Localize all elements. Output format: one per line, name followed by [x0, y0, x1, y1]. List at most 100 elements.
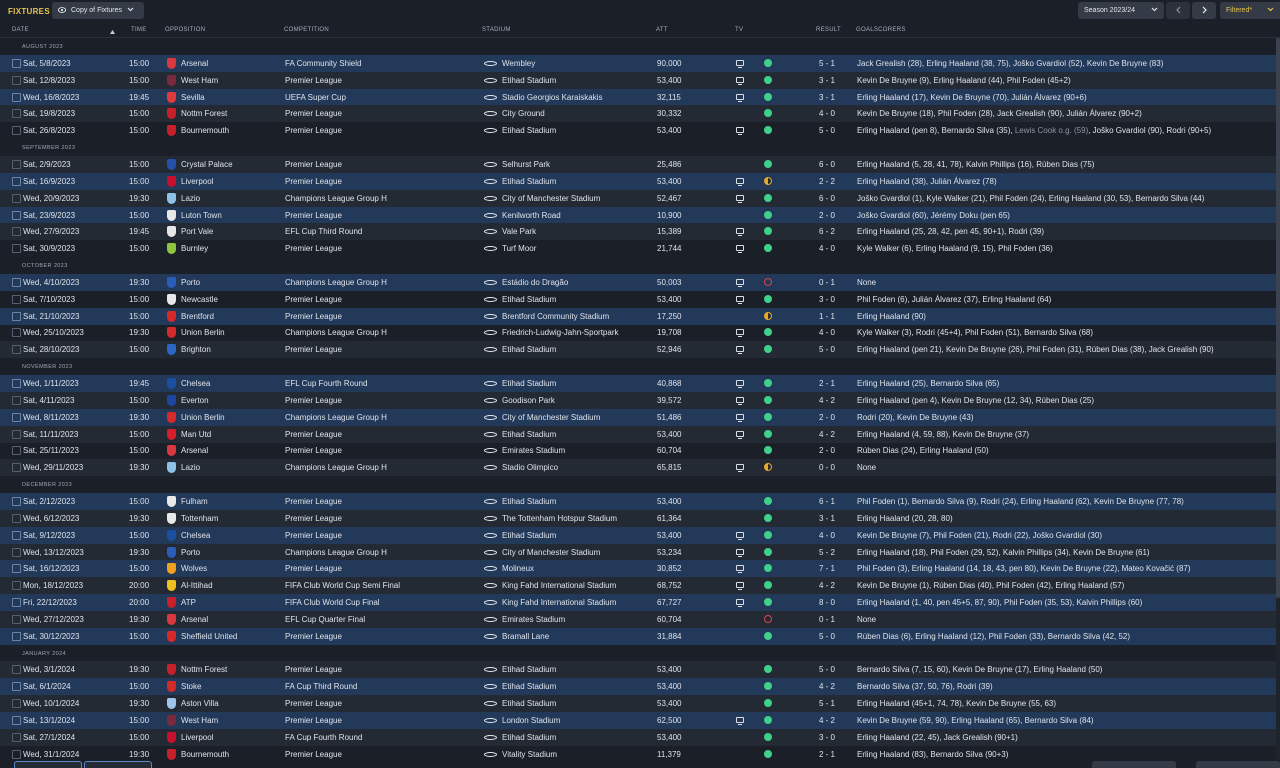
opposition-link[interactable]: Porto — [181, 548, 200, 557]
stadium-link[interactable]: Etihad Stadium — [502, 76, 556, 85]
match-result[interactable]: 4 - 2 — [808, 581, 846, 590]
table-row[interactable]: Sat, 6/1/2024 15:00 Stoke FA Cup Third Roun… — [0, 678, 1276, 696]
stadium-link[interactable]: Vitality Stadium — [502, 750, 557, 759]
opposition-link[interactable]: Tottenham — [181, 514, 218, 523]
opposition-link[interactable]: Bournemouth — [181, 126, 229, 135]
column-header-tv[interactable]: TV — [735, 27, 743, 33]
opposition-link[interactable]: Lazio — [181, 463, 200, 472]
stadium-link[interactable]: Vale Park — [502, 227, 536, 236]
table-row[interactable]: Wed, 31/1/2024 19:30 Bournemouth Premier Le… — [0, 746, 1276, 760]
stadium-link[interactable]: Etihad Stadium — [502, 665, 556, 674]
competition-link[interactable]: Premier League — [285, 295, 342, 304]
row-select-checkbox[interactable] — [12, 311, 21, 321]
stadium-link[interactable]: Emirates Stadium — [502, 446, 565, 455]
table-row[interactable]: Sat, 2/9/2023 15:00 Crystal Palace Premier … — [0, 155, 1276, 173]
row-select-checkbox[interactable] — [12, 159, 21, 169]
table-row[interactable]: Wed, 3/1/2024 19:30 Nottm Forest Premier Le… — [0, 661, 1276, 679]
opposition-link[interactable]: Sheffield United — [181, 632, 237, 641]
row-select-checkbox[interactable] — [12, 496, 21, 506]
opposition-link[interactable]: Sevilla — [181, 93, 205, 102]
match-result[interactable]: 5 - 1 — [808, 699, 846, 708]
stadium-link[interactable]: City of Manchester Stadium — [502, 194, 600, 203]
stadium-link[interactable]: Estádio do Dragão — [502, 278, 568, 287]
table-row[interactable]: Sat, 13/1/2024 15:00 West Ham Premier Leagu… — [0, 712, 1276, 729]
match-result[interactable]: 4 - 2 — [808, 430, 846, 439]
opposition-link[interactable]: Stoke — [181, 682, 201, 691]
match-result[interactable]: 4 - 0 — [808, 328, 846, 337]
row-select-checkbox[interactable] — [12, 429, 21, 439]
stadium-link[interactable]: Goodison Park — [502, 396, 555, 405]
match-result[interactable]: 3 - 0 — [808, 295, 846, 304]
opposition-link[interactable]: Newcastle — [181, 295, 218, 304]
match-result[interactable]: 0 - 1 — [808, 278, 846, 287]
row-select-checkbox[interactable] — [12, 665, 21, 675]
match-result[interactable]: 4 - 0 — [808, 244, 846, 253]
competition-link[interactable]: Champions League Group H — [285, 548, 387, 557]
column-header-attendance[interactable]: ATT — [656, 27, 668, 33]
competition-link[interactable]: Champions League Group H — [285, 463, 387, 472]
opposition-link[interactable]: Burnley — [181, 244, 208, 253]
vertical-scrollbar[interactable] — [1276, 38, 1280, 760]
stadium-link[interactable]: Friedrich-Ludwig-Jahn-Sportpark — [502, 328, 619, 337]
row-select-checkbox[interactable] — [12, 379, 21, 388]
stadium-link[interactable]: Etihad Stadium — [502, 733, 556, 742]
row-select-checkbox[interactable] — [12, 294, 21, 304]
next-season-button[interactable] — [1192, 2, 1216, 19]
table-row[interactable]: Sat, 30/12/2023 15:00 Sheffield United Prem… — [0, 627, 1276, 645]
view-selector-button[interactable]: Copy of Fixtures — [52, 2, 144, 19]
stadium-link[interactable]: Etihad Stadium — [502, 531, 556, 540]
opposition-link[interactable]: Luton Town — [181, 211, 222, 220]
opposition-link[interactable]: Al-Ittihad — [181, 581, 213, 590]
competition-link[interactable]: EFL Cup Fourth Round — [285, 379, 367, 388]
opposition-link[interactable]: Nottm Forest — [181, 665, 227, 674]
competition-link[interactable]: Premier League — [285, 514, 342, 523]
row-select-checkbox[interactable] — [12, 513, 21, 523]
match-result[interactable]: 2 - 0 — [808, 413, 846, 422]
stadium-link[interactable]: City of Manchester Stadium — [502, 548, 600, 557]
row-select-checkbox[interactable] — [12, 446, 21, 456]
stadium-link[interactable]: Etihad Stadium — [502, 430, 556, 439]
competition-link[interactable]: FA Community Shield — [285, 59, 361, 68]
opposition-link[interactable]: Bournemouth — [181, 750, 229, 759]
row-select-checkbox[interactable] — [12, 58, 21, 68]
stadium-link[interactable]: The Tottenham Hotspur Stadium — [502, 514, 617, 523]
match-result[interactable]: 8 - 0 — [808, 598, 846, 607]
match-result[interactable]: 2 - 1 — [808, 379, 846, 388]
match-result[interactable]: 6 - 0 — [808, 194, 846, 203]
table-row[interactable]: Sat, 25/11/2023 15:00 Arsenal Premier Leagu… — [0, 442, 1276, 459]
match-result[interactable]: 5 - 0 — [808, 632, 846, 641]
opposition-link[interactable]: West Ham — [181, 76, 218, 85]
opposition-link[interactable]: Liverpool — [181, 733, 213, 742]
opposition-link[interactable]: Wolves — [181, 564, 207, 573]
bottom-left-button-2[interactable] — [84, 761, 152, 768]
competition-link[interactable]: Champions League Group H — [285, 328, 387, 337]
row-select-checkbox[interactable] — [12, 631, 21, 641]
opposition-link[interactable]: Arsenal — [181, 59, 208, 68]
match-result[interactable]: 2 - 0 — [808, 211, 846, 220]
row-select-checkbox[interactable] — [12, 412, 21, 422]
row-select-checkbox[interactable] — [12, 75, 21, 85]
table-row[interactable]: Mon, 18/12/2023 20:00 Al-Ittihad FIFA Club … — [0, 577, 1276, 595]
stadium-link[interactable]: Etihad Stadium — [502, 126, 556, 135]
opposition-link[interactable]: Chelsea — [181, 531, 210, 540]
row-select-checkbox[interactable] — [12, 716, 21, 725]
match-result[interactable]: 2 - 1 — [808, 750, 846, 759]
stadium-link[interactable]: City Ground — [502, 109, 545, 118]
table-row[interactable]: Sat, 21/10/2023 15:00 Brentford Premier Lea… — [0, 307, 1276, 325]
stadium-link[interactable]: Etihad Stadium — [502, 345, 556, 354]
opposition-link[interactable]: Liverpool — [181, 177, 213, 186]
row-select-checkbox[interactable] — [12, 749, 21, 759]
column-header-competition[interactable]: COMPETITION — [284, 27, 329, 33]
match-result[interactable]: 4 - 2 — [808, 396, 846, 405]
match-result[interactable]: 5 - 0 — [808, 345, 846, 354]
table-row[interactable]: Sat, 30/9/2023 15:00 Burnley Premier League… — [0, 240, 1276, 257]
opposition-link[interactable]: Port Vale — [181, 227, 213, 236]
row-select-checkbox[interactable] — [12, 244, 21, 254]
row-select-checkbox[interactable] — [12, 463, 21, 473]
match-result[interactable]: 3 - 1 — [808, 514, 846, 523]
row-select-checkbox[interactable] — [12, 598, 21, 608]
previous-season-button[interactable] — [1166, 2, 1190, 19]
table-row[interactable]: Wed, 4/10/2023 19:30 Porto Champions League… — [0, 273, 1276, 291]
table-row[interactable]: Sat, 26/8/2023 15:00 Bournemouth Premier Le… — [0, 122, 1276, 139]
competition-link[interactable]: Premier League — [285, 716, 342, 725]
